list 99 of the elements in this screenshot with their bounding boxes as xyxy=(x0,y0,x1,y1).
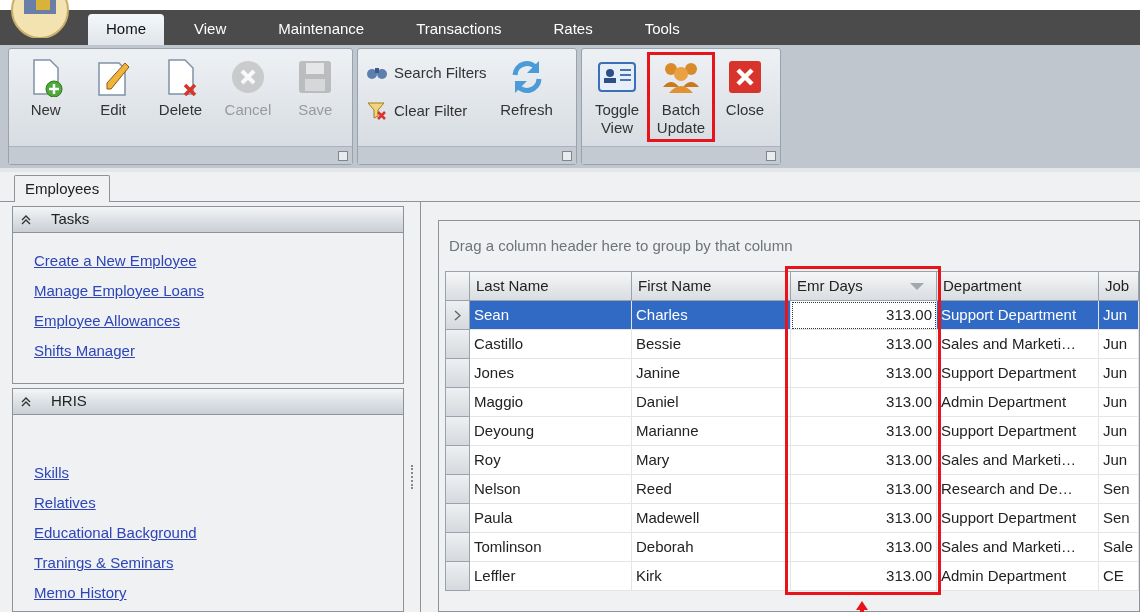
column-header[interactable]: Last Name xyxy=(470,272,632,301)
ribbon-button[interactable]: Delete xyxy=(147,55,214,121)
table-cell: Maggio xyxy=(470,388,632,417)
row-indicator[interactable] xyxy=(446,562,470,591)
pointer-arrow-icon xyxy=(856,601,868,612)
dialog-launcher-icon[interactable] xyxy=(766,150,776,161)
table-cell: Jun xyxy=(1099,301,1139,330)
table-cell: Madewell xyxy=(632,504,791,533)
dialog-launcher-icon[interactable] xyxy=(338,150,348,161)
column-header[interactable]: Job xyxy=(1099,272,1139,301)
table-cell: Deyoung xyxy=(470,417,632,446)
table-cell: Daniel xyxy=(632,388,791,417)
table-cell: Support Department xyxy=(937,359,1099,388)
table-cell: Research and De… xyxy=(937,475,1099,504)
row-indicator[interactable] xyxy=(446,533,470,562)
table-cell: Jun xyxy=(1099,330,1139,359)
sidebar-link[interactable]: Create a New Employee xyxy=(34,251,197,271)
ribbon-button[interactable]: Search Filters xyxy=(362,57,491,89)
table-cell: Sean xyxy=(470,301,632,330)
menu-tab[interactable]: Transactions xyxy=(394,14,524,45)
table-cell: Jones xyxy=(470,359,632,388)
table-cell: 313.00 xyxy=(791,562,937,591)
column-header[interactable]: Department xyxy=(937,272,1099,301)
sidebar-link[interactable]: Skills xyxy=(34,463,69,483)
table-cell: 313.00 xyxy=(791,301,937,330)
row-indicator[interactable] xyxy=(446,330,470,359)
column-header[interactable]: First Name xyxy=(632,272,791,301)
column-header[interactable]: Emr Days xyxy=(791,272,937,301)
table-cell: Sales and Marketi… xyxy=(937,446,1099,475)
table-cell: Jun xyxy=(1099,388,1139,417)
table-cell: 313.00 xyxy=(791,417,937,446)
sidebar-link[interactable]: Tranings & Seminars xyxy=(34,553,174,573)
table-cell: Admin Department xyxy=(937,388,1099,417)
table-cell: Jun xyxy=(1099,417,1139,446)
table-cell: Reed xyxy=(632,475,791,504)
sidebar-link[interactable]: Relatives xyxy=(34,493,96,513)
table-cell: Admin Department xyxy=(937,562,1099,591)
table-cell: Janine xyxy=(632,359,791,388)
table-cell: Support Department xyxy=(937,417,1099,446)
row-indicator[interactable] xyxy=(446,475,470,504)
table-cell: Deborah xyxy=(632,533,791,562)
sidebar-link[interactable]: Memo History xyxy=(34,583,127,603)
table-cell: Roy xyxy=(470,446,632,475)
table-cell: Support Department xyxy=(937,301,1099,330)
table-cell: Sales and Marketi… xyxy=(937,533,1099,562)
table-cell: Paula xyxy=(470,504,632,533)
group-by-hint: Drag a column header here to group by that column xyxy=(448,236,794,256)
table-cell: 313.00 xyxy=(791,446,937,475)
table-cell: Jun xyxy=(1099,446,1139,475)
table-cell: 313.00 xyxy=(791,533,937,562)
table-cell: 313.00 xyxy=(791,330,937,359)
ribbon-button[interactable]: Refresh xyxy=(492,55,561,121)
table-cell: 313.00 xyxy=(791,388,937,417)
table-cell: Marianne xyxy=(632,417,791,446)
ribbon-button[interactable]: New xyxy=(13,55,79,121)
row-indicator[interactable] xyxy=(446,359,470,388)
document-tab[interactable]: Employees xyxy=(14,175,111,202)
funnel-x-icon xyxy=(366,100,388,122)
ribbon-button[interactable]: Batch Update xyxy=(650,55,712,139)
menu-tab[interactable]: Rates xyxy=(531,14,615,45)
sidebar-link[interactable]: Educational Background xyxy=(34,523,197,543)
table-cell: Sale xyxy=(1099,533,1139,562)
table-cell: 313.00 xyxy=(791,359,937,388)
dialog-launcher-icon[interactable] xyxy=(562,150,572,161)
table-cell: Mary xyxy=(632,446,791,475)
current-row-icon xyxy=(454,309,461,321)
sidebar-link[interactable]: Shifts Manager xyxy=(34,341,135,361)
table-cell: Tomlinson xyxy=(470,533,632,562)
row-indicator[interactable] xyxy=(446,417,470,446)
ribbon-button[interactable]: Close xyxy=(714,55,776,121)
row-indicator[interactable] xyxy=(446,301,470,330)
table-cell: Castillo xyxy=(470,330,632,359)
sidebar-link[interactable]: Manage Employee Loans xyxy=(34,281,205,301)
table-cell: Support Department xyxy=(937,504,1099,533)
table-cell: 313.00 xyxy=(791,475,937,504)
table-cell: Nelson xyxy=(470,475,632,504)
table-cell: Sales and Marketi… xyxy=(937,330,1099,359)
ribbon-button[interactable]: Edit xyxy=(80,55,146,121)
row-indicator[interactable] xyxy=(446,388,470,417)
menu-tab[interactable]: Home xyxy=(88,14,164,45)
menu-tab[interactable]: Tools xyxy=(622,14,702,45)
table-cell: 313.00 xyxy=(791,504,937,533)
table-cell: Charles xyxy=(632,301,791,330)
menu-tab[interactable]: View xyxy=(172,14,249,45)
table-cell: Sen xyxy=(1099,475,1139,504)
table-cell: Jun xyxy=(1099,359,1139,388)
table-cell: Kirk xyxy=(632,562,791,591)
menu-tab[interactable]: Maintenance xyxy=(256,14,387,45)
row-indicator[interactable] xyxy=(446,504,470,533)
splitter-grip[interactable] xyxy=(411,465,414,489)
app-logo-icon[interactable] xyxy=(8,0,72,38)
row-indicator[interactable] xyxy=(446,446,470,475)
ribbon-button[interactable]: Toggle View xyxy=(586,55,648,139)
table-cell: Sen xyxy=(1099,504,1139,533)
ribbon-button[interactable]: Clear Filter xyxy=(362,95,491,127)
table-cell: CE xyxy=(1099,562,1139,591)
table-cell: Bessie xyxy=(632,330,791,359)
table-cell: Leffler xyxy=(470,562,632,591)
sidebar-link[interactable]: Employee Allowances xyxy=(34,311,180,331)
